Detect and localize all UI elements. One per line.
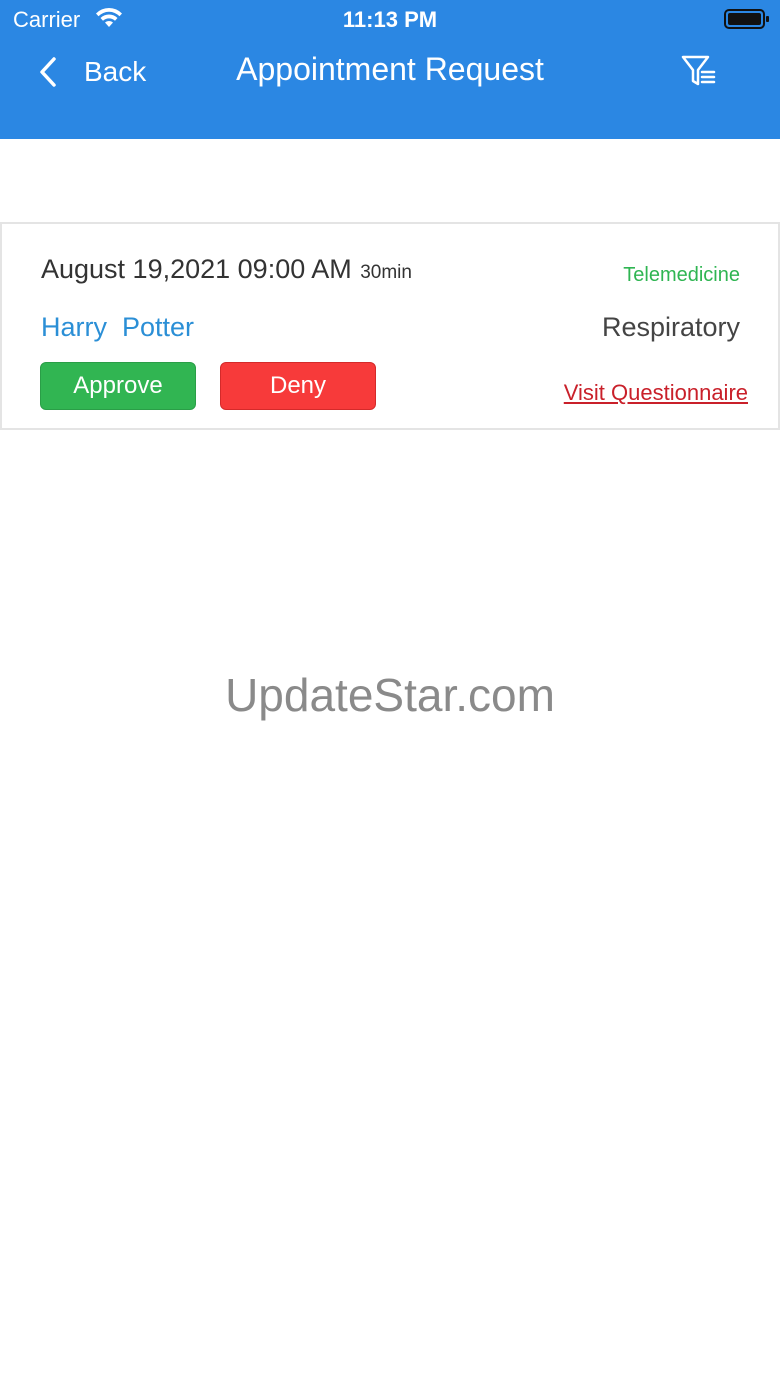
filter-icon	[681, 55, 716, 86]
navigation-bar: Back Appointment Request	[0, 40, 780, 110]
specialty-label: Respiratory	[601, 312, 740, 342]
appointment-datetime: August 19,2021 09:00 AM 30min	[41, 254, 412, 285]
page-title: Appointment Request	[236, 51, 544, 87]
visit-type-label: Telemedicine	[623, 264, 740, 286]
clock: 11:13 PM	[342, 7, 438, 32]
battery-icon	[724, 9, 769, 29]
appointment-duration: 30min	[360, 262, 412, 283]
visit-questionnaire-link[interactable]: Visit Questionnaire	[564, 380, 748, 406]
deny-button[interactable]: Deny	[220, 362, 376, 410]
appointment-card: August 19,2021 09:00 AM 30min Telemedici…	[0, 222, 780, 430]
filter-button[interactable]	[680, 52, 718, 90]
app-header: Carrier 11:13 PM Back Appointment Reques…	[0, 0, 780, 139]
status-bar: Carrier 11:13 PM	[0, 0, 780, 40]
watermark-text: UpdateStar.com	[225, 669, 555, 721]
patient-name[interactable]: Harry Potter	[41, 312, 194, 343]
appointment-date: August 19,2021 09:00 AM	[41, 254, 352, 284]
approve-button[interactable]: Approve	[40, 362, 196, 410]
